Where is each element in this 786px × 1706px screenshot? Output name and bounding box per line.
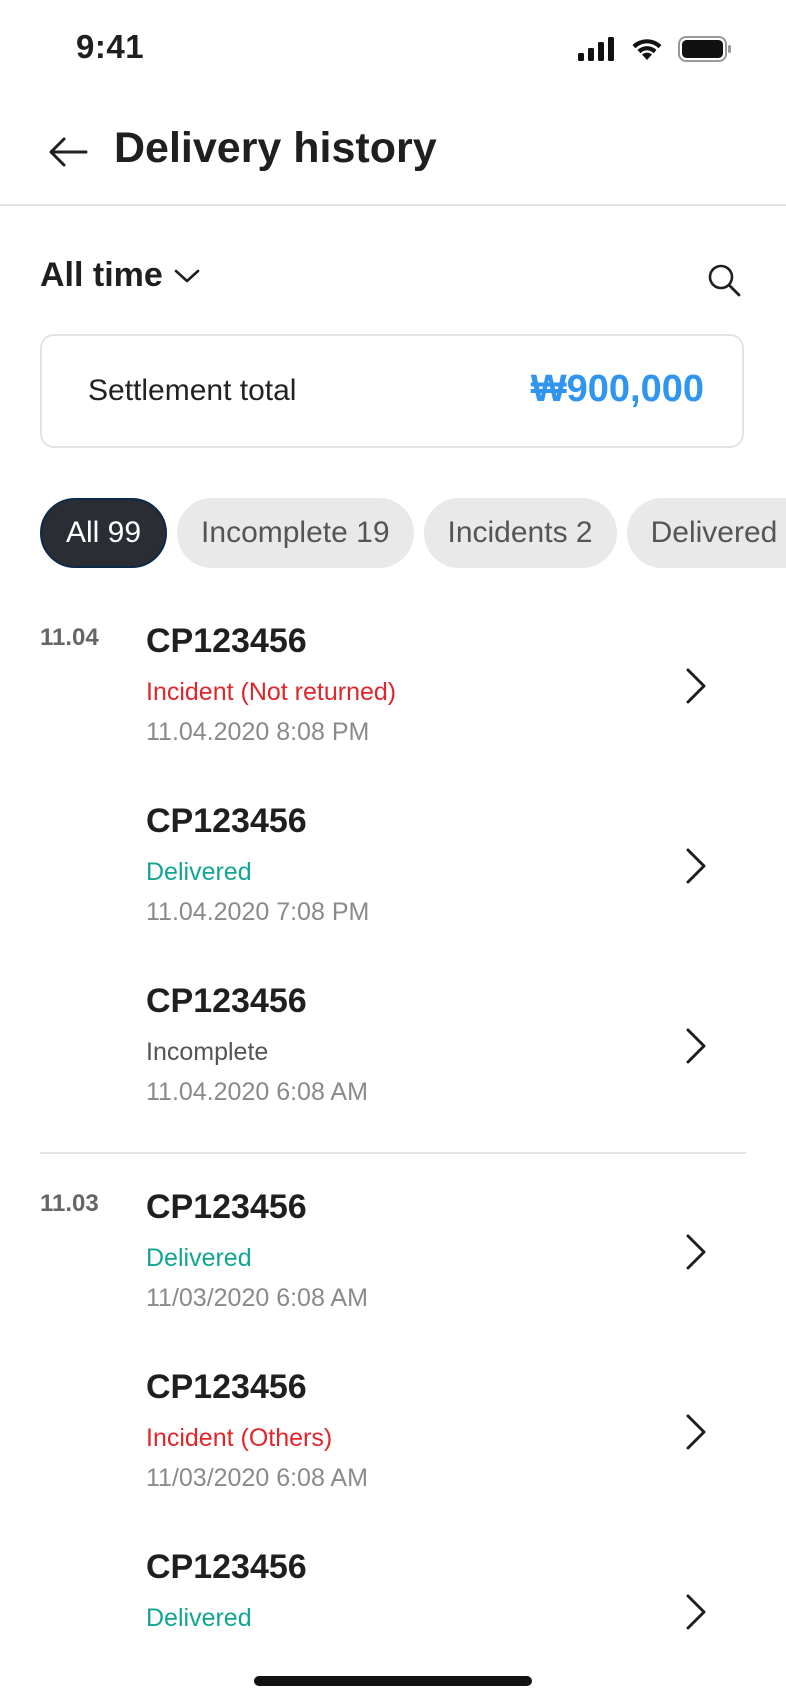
settlement-card: Settlement total ₩900,000 <box>40 334 744 448</box>
chip-all[interactable]: All 99 <box>40 498 168 568</box>
time-range-dropdown[interactable]: All time <box>40 256 201 295</box>
delivery-status: Delivered <box>146 858 252 886</box>
chevron-right-icon <box>686 1414 706 1450</box>
delivery-time: 11/03/2020 6:08 AM <box>146 1464 368 1492</box>
chevron-right-icon <box>686 668 706 704</box>
delivery-status: Incomplete <box>146 1038 269 1066</box>
list-item[interactable]: CP123456 Incomplete 11.04.2020 6:08 AM <box>0 960 786 1140</box>
back-button[interactable] <box>44 128 92 176</box>
chevron-right-icon <box>686 848 706 884</box>
chevron-down-icon <box>174 269 200 282</box>
delivery-id: CP123456 <box>146 1548 307 1586</box>
status-icons <box>578 36 732 62</box>
battery-icon <box>678 36 731 62</box>
delivery-status: Incident (Not returned) <box>146 678 397 706</box>
delivery-id: CP123456 <box>146 982 307 1020</box>
arrow-left-icon <box>49 137 88 167</box>
chip-incomplete[interactable]: Incomplete 19 <box>177 498 414 568</box>
list-item[interactable]: CP123456 Delivered 11/03/2020 6:08 AM <box>0 1166 786 1346</box>
delivery-id: CP123456 <box>146 802 307 840</box>
search-icon <box>708 264 741 297</box>
page-title: Delivery history <box>114 124 437 172</box>
date-group: 11.03 CP123456 Delivered 11/03/2020 6:08… <box>0 1166 786 1706</box>
list-item[interactable]: CP123456 Delivered 11.04.2020 7:08 PM <box>0 780 786 960</box>
chevron-right-icon <box>686 1028 706 1064</box>
chip-incidents[interactable]: Incidents 2 <box>423 498 617 568</box>
list-item[interactable]: CP123456 Incident (Not returned) 11.04.2… <box>0 600 786 780</box>
delivery-status: Delivered <box>146 1244 252 1272</box>
delivery-id: CP123456 <box>146 1368 307 1406</box>
chevron-right-icon <box>686 1234 706 1270</box>
delivery-list: 11.04 CP123456 Incident (Not returned) 1… <box>0 600 786 1706</box>
delivery-id: CP123456 <box>146 622 307 660</box>
status-bar: 9:41 <box>0 0 786 100</box>
time-range-label: All time <box>40 256 163 294</box>
signal-icon <box>578 37 614 61</box>
delivery-status: Incident (Others) <box>146 1424 333 1452</box>
chip-delivered[interactable]: Delivered 3 <box>626 498 786 568</box>
status-filter-chips: All 99 Incomplete 19 Incidents 2 Delivered … <box>40 498 786 570</box>
search-button[interactable] <box>702 258 746 302</box>
filter-row: All time <box>40 252 746 308</box>
chevron-right-icon <box>686 1594 706 1630</box>
app-header: Delivery history <box>0 100 786 206</box>
delivery-time: 11.04.2020 8:08 PM <box>146 718 370 746</box>
delivery-time: 11.04.2020 6:08 AM <box>146 1078 368 1106</box>
date-group: 11.04 CP123456 Incident (Not returned) 1… <box>0 600 786 1140</box>
home-indicator[interactable] <box>254 1676 532 1686</box>
list-item[interactable]: CP123456 Incident (Others) 11/03/2020 6:… <box>0 1346 786 1526</box>
delivery-time: 11/03/2020 6:08 AM <box>146 1284 368 1312</box>
delivery-id: CP123456 <box>146 1188 307 1226</box>
delivery-time: 11.04.2020 7:08 PM <box>146 898 370 926</box>
group-divider <box>40 1152 746 1154</box>
settlement-amount: ₩900,000 <box>530 368 704 410</box>
status-time: 9:41 <box>76 28 145 65</box>
delivery-status: Delivered <box>146 1604 252 1632</box>
wifi-icon <box>632 39 662 60</box>
settlement-label: Settlement total <box>88 374 297 407</box>
